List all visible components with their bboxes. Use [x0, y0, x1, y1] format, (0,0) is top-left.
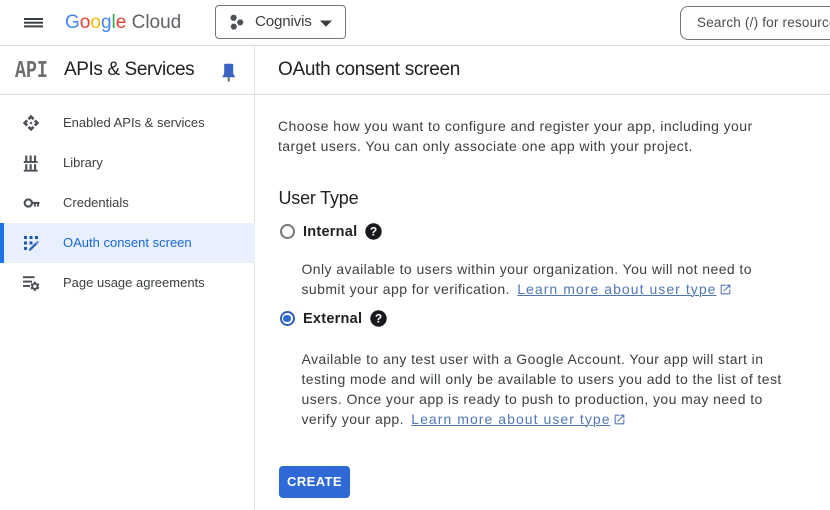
svg-text:?: ? [374, 311, 381, 325]
svg-text:?: ? [370, 224, 377, 238]
